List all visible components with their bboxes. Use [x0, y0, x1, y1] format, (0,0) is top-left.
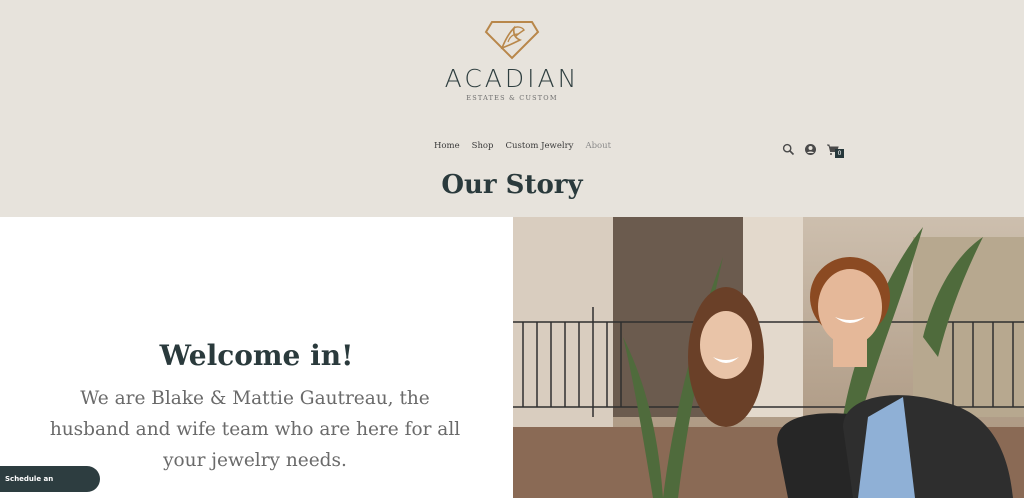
header-actions: 0	[782, 141, 844, 158]
page-title: Our Story	[441, 170, 583, 200]
site-logo[interactable]: ACADIAN ESTATES & CUSTOM	[437, 14, 587, 114]
owners-photo	[513, 217, 1024, 498]
nav-home[interactable]: Home	[434, 141, 460, 151]
welcome-heading: Welcome in!	[159, 339, 354, 372]
account-icon[interactable]	[804, 141, 817, 155]
nav-about[interactable]: About	[585, 141, 611, 151]
diamond-logo-icon	[484, 21, 540, 60]
brand-tagline: ESTATES & CUSTOM	[466, 94, 558, 102]
brand-name: ACADIAN	[444, 64, 580, 93]
main-nav: Home Shop Custom Jewelry About	[434, 141, 611, 151]
schedule-appointment-button[interactable]: Schedule an Appointment	[0, 466, 100, 492]
cart-count-badge: 0	[835, 149, 844, 158]
intro-text: We are Blake & Mattie Gautreau, the husb…	[49, 388, 461, 471]
search-icon[interactable]	[782, 141, 795, 156]
cart-icon[interactable]: 0	[826, 141, 844, 158]
nav-shop[interactable]: Shop	[472, 141, 494, 151]
intro-section: Welcome in! We are Blake & Mattie Gautre…	[0, 217, 513, 498]
nav-custom-jewelry[interactable]: Custom Jewelry	[505, 141, 573, 151]
site-header: ACADIAN ESTATES & CUSTOM Home Shop Custo…	[0, 0, 1024, 217]
